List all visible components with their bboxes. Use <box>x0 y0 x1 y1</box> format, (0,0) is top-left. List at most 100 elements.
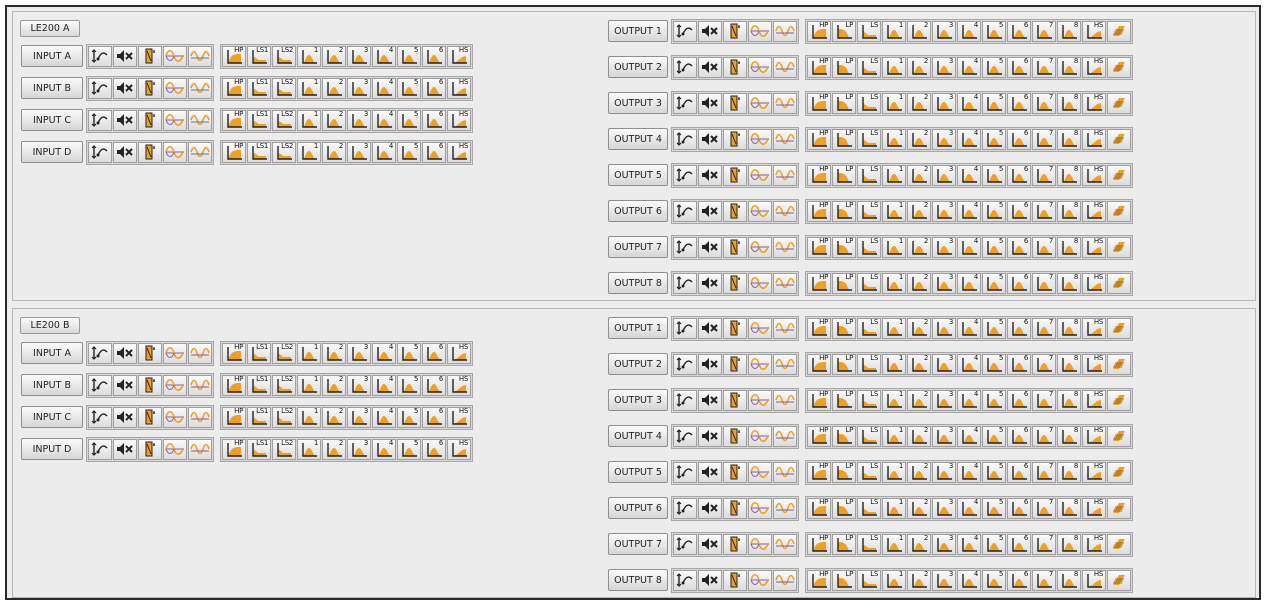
routing-button[interactable] <box>673 20 697 42</box>
peq-band-button[interactable]: 3 <box>932 497 956 519</box>
peq-band-button[interactable]: 5 <box>397 45 421 67</box>
high-shelf-filter-button[interactable]: HS <box>1082 128 1106 150</box>
peq-band-button[interactable]: 3 <box>932 272 956 294</box>
peq-band-button[interactable]: 1 <box>297 406 321 428</box>
mute-button[interactable] <box>698 461 722 483</box>
high-pass-filter-button[interactable]: HP <box>807 164 831 186</box>
peq-band-button[interactable]: 4 <box>957 200 981 222</box>
peq-band-button[interactable]: 7 <box>1032 200 1056 222</box>
peq-band-button[interactable]: 6 <box>422 77 446 99</box>
high-shelf-filter-button[interactable]: HS <box>1082 236 1106 258</box>
mute-button[interactable] <box>698 200 722 222</box>
limiter-button[interactable] <box>1107 353 1131 375</box>
peq-band-button[interactable]: 5 <box>982 533 1006 555</box>
peq-band-button[interactable]: 2 <box>907 128 931 150</box>
gain-button[interactable] <box>138 141 162 163</box>
peq-band-button[interactable]: 8 <box>1057 128 1081 150</box>
peq-band-button[interactable]: 7 <box>1032 497 1056 519</box>
peq-band-button[interactable]: 5 <box>982 272 1006 294</box>
peq-band-button[interactable]: 1 <box>297 342 321 364</box>
gain-button[interactable] <box>723 317 747 339</box>
routing-button[interactable] <box>88 438 112 460</box>
output-channel-button[interactable]: OUTPUT 5 <box>608 164 668 186</box>
high-shelf-filter-button[interactable]: HS <box>1082 461 1106 483</box>
peq-band-button[interactable]: 8 <box>1057 164 1081 186</box>
gain-button[interactable] <box>723 164 747 186</box>
mute-button[interactable] <box>698 56 722 78</box>
low-shelf-filter-button[interactable]: LS2 <box>272 342 296 364</box>
peq-band-button[interactable]: 7 <box>1032 461 1056 483</box>
mute-button[interactable] <box>113 406 137 428</box>
delay-button[interactable] <box>773 533 797 555</box>
peq-band-button[interactable]: 3 <box>932 236 956 258</box>
high-shelf-filter-button[interactable]: HS <box>1082 533 1106 555</box>
peq-band-button[interactable]: 5 <box>982 200 1006 222</box>
limiter-button[interactable] <box>1107 389 1131 411</box>
phase-invert-button[interactable] <box>748 569 772 591</box>
peq-band-button[interactable]: 8 <box>1057 20 1081 42</box>
low-shelf-filter-button[interactable]: LS <box>857 164 881 186</box>
peq-band-button[interactable]: 6 <box>422 342 446 364</box>
peq-band-button[interactable]: 1 <box>882 569 906 591</box>
high-pass-filter-button[interactable]: HP <box>222 374 246 396</box>
peq-band-button[interactable]: 2 <box>322 342 346 364</box>
peq-band-button[interactable]: 5 <box>982 425 1006 447</box>
peq-band-button[interactable]: 5 <box>397 77 421 99</box>
phase-invert-button[interactable] <box>163 77 187 99</box>
peq-band-button[interactable]: 7 <box>1032 389 1056 411</box>
peq-band-button[interactable]: 4 <box>372 406 396 428</box>
peq-band-button[interactable]: 8 <box>1057 56 1081 78</box>
low-pass-filter-button[interactable]: LP <box>832 569 856 591</box>
routing-button[interactable] <box>673 497 697 519</box>
delay-button[interactable] <box>188 141 212 163</box>
phase-invert-button[interactable] <box>748 92 772 114</box>
delay-button[interactable] <box>773 389 797 411</box>
high-shelf-filter-button[interactable]: HS <box>1082 200 1106 222</box>
phase-invert-button[interactable] <box>748 317 772 339</box>
gain-button[interactable] <box>138 374 162 396</box>
high-shelf-filter-button[interactable]: HS <box>1082 317 1106 339</box>
low-shelf-filter-button[interactable]: LS <box>857 533 881 555</box>
peq-band-button[interactable]: 8 <box>1057 425 1081 447</box>
high-pass-filter-button[interactable]: HP <box>807 461 831 483</box>
peq-band-button[interactable]: 8 <box>1057 92 1081 114</box>
peq-band-button[interactable]: 6 <box>1007 317 1031 339</box>
peq-band-button[interactable]: 7 <box>1032 56 1056 78</box>
low-pass-filter-button[interactable]: LP <box>832 272 856 294</box>
peq-band-button[interactable]: 1 <box>882 20 906 42</box>
device-title-button[interactable]: LE200 B <box>20 317 80 334</box>
mute-button[interactable] <box>698 389 722 411</box>
routing-button[interactable] <box>88 77 112 99</box>
peq-band-button[interactable]: 5 <box>397 374 421 396</box>
limiter-button[interactable] <box>1107 236 1131 258</box>
peq-band-button[interactable]: 8 <box>1057 569 1081 591</box>
peq-band-button[interactable]: 1 <box>882 497 906 519</box>
peq-band-button[interactable]: 7 <box>1032 236 1056 258</box>
input-channel-button[interactable]: INPUT B <box>21 77 83 99</box>
routing-button[interactable] <box>673 56 697 78</box>
phase-invert-button[interactable] <box>163 109 187 131</box>
low-shelf-filter-button[interactable]: LS2 <box>272 141 296 163</box>
peq-band-button[interactable]: 6 <box>1007 272 1031 294</box>
mute-button[interactable] <box>698 497 722 519</box>
peq-band-button[interactable]: 2 <box>322 141 346 163</box>
peq-band-button[interactable]: 8 <box>1057 533 1081 555</box>
limiter-button[interactable] <box>1107 164 1131 186</box>
limiter-button[interactable] <box>1107 497 1131 519</box>
peq-band-button[interactable]: 7 <box>1032 569 1056 591</box>
output-channel-button[interactable]: OUTPUT 2 <box>608 56 668 78</box>
peq-band-button[interactable]: 3 <box>347 109 371 131</box>
phase-invert-button[interactable] <box>163 342 187 364</box>
gain-button[interactable] <box>138 77 162 99</box>
phase-invert-button[interactable] <box>748 200 772 222</box>
gain-button[interactable] <box>723 425 747 447</box>
high-shelf-filter-button[interactable]: HS <box>447 374 471 396</box>
peq-band-button[interactable]: 2 <box>907 389 931 411</box>
peq-band-button[interactable]: 5 <box>397 109 421 131</box>
low-shelf-filter-button[interactable]: LS1 <box>247 342 271 364</box>
low-shelf-filter-button[interactable]: LS2 <box>272 374 296 396</box>
peq-band-button[interactable]: 4 <box>957 497 981 519</box>
limiter-button[interactable] <box>1107 272 1131 294</box>
phase-invert-button[interactable] <box>748 20 772 42</box>
low-shelf-filter-button[interactable]: LS <box>857 425 881 447</box>
